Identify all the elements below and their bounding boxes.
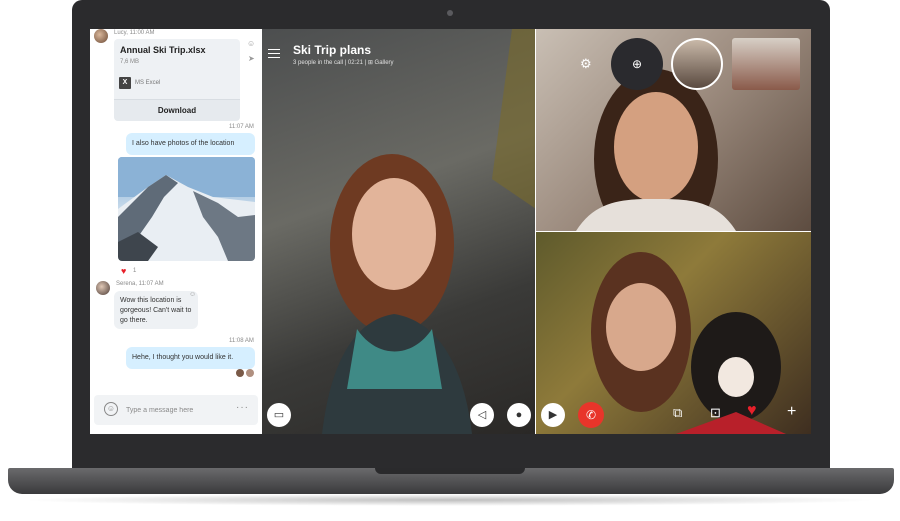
gear-icon[interactable]: ⚙: [580, 56, 592, 72]
end-call-icon[interactable]: ✆: [578, 402, 604, 428]
file-name: Annual Ski Trip.xlsx: [120, 45, 206, 55]
participant-thumbnail-circle[interactable]: [671, 38, 723, 90]
download-button[interactable]: Download: [114, 99, 240, 121]
file-attachment-card[interactable]: Annual Ski Trip.xlsx 7,6 MB X MS Excel D…: [114, 39, 240, 121]
file-message-meta: Lucy, 11:00 AM: [114, 30, 155, 36]
laptop-shadow: [20, 494, 880, 506]
incoming-message-2[interactable]: Wow this location is gorgeous! Can't wai…: [114, 291, 198, 329]
participant-silhouette-main: [322, 29, 536, 434]
message-composer: ☺ ···: [94, 395, 258, 425]
video-icon[interactable]: ▶: [541, 403, 565, 427]
message-1-time: 11:07 AM: [229, 124, 254, 130]
speaker-icon[interactable]: ◁: [470, 403, 494, 427]
emoji-icon[interactable]: ☺: [104, 402, 118, 416]
video-divider-horizontal: [536, 231, 811, 232]
message-2-meta: Serena, 11:07 AM: [116, 281, 164, 287]
file-size: 7,6 MB: [120, 59, 140, 65]
message-emoji-icon[interactable]: ☺: [189, 291, 196, 298]
more-options-icon[interactable]: ···: [236, 402, 249, 413]
share-screen-icon[interactable]: ⧉: [673, 405, 682, 421]
snapshot-icon[interactable]: ⊡: [710, 405, 721, 421]
participant-silhouette-bottom: [591, 252, 786, 434]
message-3-time: 11:08 AM: [229, 338, 254, 344]
laptop-hinge: [375, 468, 525, 474]
lucy-avatar[interactable]: [94, 29, 108, 43]
self-view-thumbnail[interactable]: [732, 38, 800, 90]
chat-icon[interactable]: ▭: [267, 403, 291, 427]
forward-icon[interactable]: ➤: [248, 54, 255, 63]
photo-reaction-count: 1: [133, 268, 137, 274]
call-subtitle: 3 people in the call | 02:21 | ⊞ Gallery: [293, 60, 394, 66]
app-screen: Lucy, 11:00 AM Annual Ski Trip.xlsx 7,6 …: [90, 29, 811, 434]
excel-icon: X: [119, 77, 131, 89]
serena-avatar[interactable]: [96, 281, 110, 295]
mountain-illustration: [118, 157, 255, 261]
add-person-icon[interactable]: ⊕: [611, 38, 663, 90]
chat-panel: Lucy, 11:00 AM Annual Ski Trip.xlsx 7,6 …: [90, 29, 262, 434]
hamburger-icon[interactable]: [268, 49, 280, 59]
mic-icon[interactable]: ●: [507, 403, 531, 427]
shared-mountain-photo[interactable]: [118, 157, 255, 261]
outgoing-message-3[interactable]: Hehe, I thought you would like it.: [126, 347, 255, 369]
call-title: Ski Trip plans: [293, 43, 372, 57]
read-receipt-avatar-1: [236, 369, 244, 377]
read-receipt-avatar-2: [246, 369, 254, 377]
plus-icon[interactable]: +: [787, 403, 796, 421]
heart-reaction-icon[interactable]: ♥: [121, 266, 126, 276]
video-tile-main[interactable]: [262, 29, 536, 434]
file-app-name: MS Excel: [135, 80, 161, 86]
video-tile-bottom-right[interactable]: [536, 232, 811, 434]
emoji-react-icon[interactable]: ☺: [247, 39, 255, 48]
outgoing-message-1[interactable]: I also have photos of the location: [126, 133, 255, 155]
heart-icon[interactable]: ♥: [747, 402, 757, 420]
webcam-dot: [447, 10, 453, 16]
message-input[interactable]: [126, 395, 226, 425]
